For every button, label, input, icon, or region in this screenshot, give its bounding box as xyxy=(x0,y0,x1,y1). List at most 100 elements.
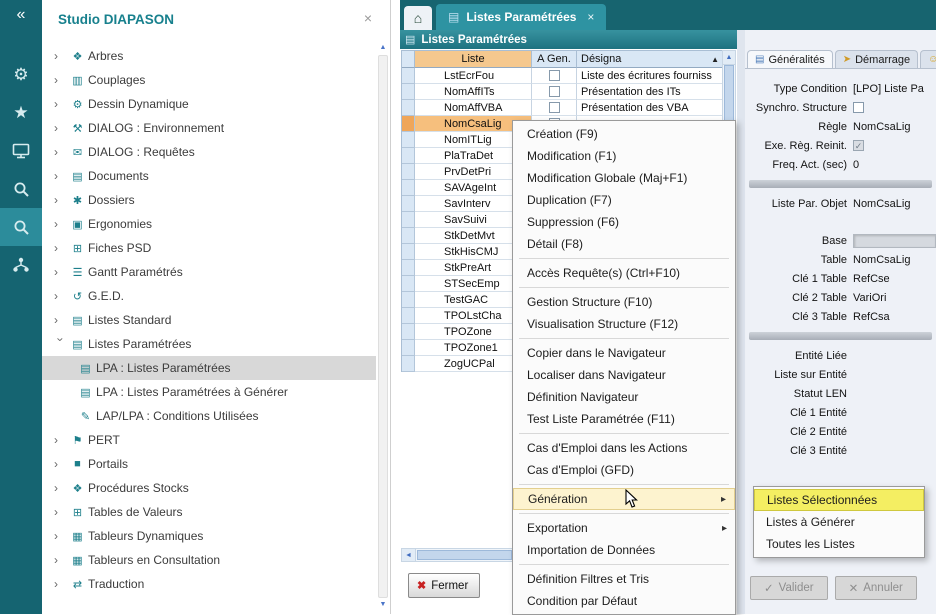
settings-icon[interactable]: ⚙ xyxy=(0,56,42,94)
tab-close-icon[interactable]: × xyxy=(587,10,594,24)
row-header-cell[interactable] xyxy=(402,324,415,340)
tree-item-8[interactable]: ›⊞Fiches PSD xyxy=(42,236,376,260)
favorites-icon[interactable]: ★ xyxy=(0,94,42,132)
display-icon[interactable] xyxy=(0,132,42,170)
tree-item-20[interactable]: ›▦Tableurs Dynamiques xyxy=(42,524,376,548)
column-header-designation[interactable]: Désigna ▲ xyxy=(577,51,723,68)
tree-item-11[interactable]: ›▤Listes Standard xyxy=(42,308,376,332)
tree-item-12[interactable]: ›▤Listes Paramétrées xyxy=(42,332,376,356)
row-header-cell[interactable] xyxy=(402,68,415,84)
row-header-cell[interactable] xyxy=(402,292,415,308)
submenu-item[interactable]: Toutes les Listes xyxy=(754,533,924,555)
row-header-cell[interactable] xyxy=(402,276,415,292)
row-header-cell[interactable] xyxy=(402,308,415,324)
submenu-item[interactable]: Listes Sélectionnées xyxy=(754,489,924,511)
scroll-up-icon[interactable]: ▲ xyxy=(377,42,389,54)
tree-item-16[interactable]: ›⚑PERT xyxy=(42,428,376,452)
tree-item-1[interactable]: ›▥Couplages xyxy=(42,68,376,92)
context-menu-item[interactable]: Localiser dans Navigateur xyxy=(513,364,735,386)
cell-designation[interactable]: Présentation des VBA xyxy=(577,100,723,116)
props-tab-2[interactable]: ☺D xyxy=(920,50,936,68)
tree-item-4[interactable]: ›✉DIALOG : Requêtes xyxy=(42,140,376,164)
cell-liste[interactable]: NomAffITs xyxy=(415,84,532,100)
row-header-cell[interactable] xyxy=(402,84,415,100)
scrollbar-thumb[interactable] xyxy=(417,550,512,560)
panel-splitter[interactable] xyxy=(737,30,745,614)
tree-item-6[interactable]: ›✱Dossiers xyxy=(42,188,376,212)
search-active-icon[interactable] xyxy=(0,208,42,246)
row-header-cell[interactable] xyxy=(402,164,415,180)
props-tab-1[interactable]: ➤Démarrage xyxy=(835,50,918,68)
tree-item-17[interactable]: ›■Portails xyxy=(42,452,376,476)
context-menu-item[interactable]: Gestion Structure (F10) xyxy=(513,291,735,313)
column-header-liste[interactable]: Liste xyxy=(415,51,532,68)
tree-item-22[interactable]: ›⇄Traduction xyxy=(42,572,376,596)
row-header-cell[interactable] xyxy=(402,228,415,244)
tree-item-3[interactable]: ›⚒DIALOG : Environnement xyxy=(42,116,376,140)
tab-listes-parametrees[interactable]: ▤ Listes Paramétrées × xyxy=(436,4,606,30)
table-row[interactable]: LstEcrFouListe des écritures fourniss xyxy=(402,68,723,84)
sidebar-close-icon[interactable]: × xyxy=(364,10,372,26)
checkbox[interactable] xyxy=(549,70,560,81)
row-header-cell[interactable] xyxy=(402,196,415,212)
corner-header-cell[interactable] xyxy=(402,51,415,68)
checkbox[interactable] xyxy=(853,102,864,113)
tree-item-7[interactable]: ›▣Ergonomies xyxy=(42,212,376,236)
search-icon[interactable] xyxy=(0,170,42,208)
cell-liste[interactable]: LstEcrFou xyxy=(415,68,532,84)
context-menu-item[interactable]: Cas d'Emploi (GFD) xyxy=(513,459,735,481)
tree-item-0[interactable]: ›❖Arbres xyxy=(42,44,376,68)
tree-item-21[interactable]: ›▦Tableurs en Consultation xyxy=(42,548,376,572)
context-menu-item[interactable]: Accès Requête(s) (Ctrl+F10) xyxy=(513,262,735,284)
context-menu-item[interactable]: Génération▸ xyxy=(513,488,735,510)
scroll-down-icon[interactable]: ▼ xyxy=(377,599,389,611)
table-row[interactable]: NomAffVBA Présentation des VBA xyxy=(402,100,723,116)
tree-item-15[interactable]: ✎LAP/LPA : Conditions Utilisées xyxy=(42,404,376,428)
checkbox[interactable] xyxy=(549,86,560,97)
context-menu-item[interactable]: Définition Navigateur xyxy=(513,386,735,408)
context-menu-item[interactable]: Suppression (F6) xyxy=(513,211,735,233)
cell-a-gen[interactable] xyxy=(532,100,577,116)
row-header-cell[interactable] xyxy=(402,260,415,276)
checkbox[interactable] xyxy=(549,102,560,113)
row-header-cell[interactable] xyxy=(402,180,415,196)
context-menu-item[interactable]: Détail (F8) xyxy=(513,233,735,255)
checkbox[interactable]: ✓ xyxy=(853,140,864,151)
context-menu-item[interactable]: Modification Globale (Maj+F1) xyxy=(513,167,735,189)
tree-item-5[interactable]: ›▤Documents xyxy=(42,164,376,188)
row-header-cell[interactable] xyxy=(402,244,415,260)
context-menu-item[interactable]: Copier dans le Navigateur xyxy=(513,342,735,364)
scrollbar-thumb[interactable] xyxy=(378,55,388,598)
context-menu-item[interactable]: Importation de Données xyxy=(513,539,735,561)
input-field-disabled[interactable] xyxy=(853,234,936,248)
row-header-cell[interactable] xyxy=(402,148,415,164)
context-menu-item[interactable]: Cas d'Emploi dans les Actions xyxy=(513,437,735,459)
tree-item-9[interactable]: ›☰Gantt Paramétrés xyxy=(42,260,376,284)
home-tab[interactable]: ⌂ xyxy=(404,6,432,30)
tree-item-13[interactable]: ▤LPA : Listes Paramétrées xyxy=(42,356,376,380)
context-menu-item[interactable]: Création (F9) xyxy=(513,123,735,145)
row-header-cell[interactable] xyxy=(402,116,415,132)
tree-item-2[interactable]: ›⚙Dessin Dynamique xyxy=(42,92,376,116)
tree-item-10[interactable]: ›↺G.E.D. xyxy=(42,284,376,308)
context-menu-item[interactable]: Exportation▸ xyxy=(513,517,735,539)
fermer-button[interactable]: ✖ Fermer xyxy=(408,573,480,598)
context-menu-item[interactable]: Condition par Défaut xyxy=(513,590,735,612)
valider-button[interactable]: ✓Valider xyxy=(750,576,828,600)
table-row[interactable]: NomAffITs Présentation des ITs xyxy=(402,84,723,100)
cell-designation[interactable]: Présentation des ITs xyxy=(577,84,723,100)
scroll-left-icon[interactable]: ◄ xyxy=(402,549,416,561)
hierarchy-icon[interactable] xyxy=(0,246,42,284)
row-header-cell[interactable] xyxy=(402,212,415,228)
tree-item-14[interactable]: ▤LPA : Listes Paramétrées à Générer xyxy=(42,380,376,404)
tree-item-19[interactable]: ›⊞Tables de Valeurs xyxy=(42,500,376,524)
context-menu-item[interactable]: Visualisation Structure (F12) xyxy=(513,313,735,335)
annuler-button[interactable]: ✕Annuler xyxy=(835,576,917,600)
cell-liste[interactable]: NomAffVBA xyxy=(415,100,532,116)
context-menu-item[interactable]: Test Liste Paramétrée (F11) xyxy=(513,408,735,430)
sidebar-scrollbar[interactable]: ▲ ▼ xyxy=(377,42,389,611)
column-header-a-gen[interactable]: A Gen. xyxy=(532,51,577,68)
tree-item-18[interactable]: ›❖Procédures Stocks xyxy=(42,476,376,500)
context-menu-item[interactable]: Définition Filtres et Tris xyxy=(513,568,735,590)
cell-a-gen[interactable] xyxy=(532,84,577,100)
